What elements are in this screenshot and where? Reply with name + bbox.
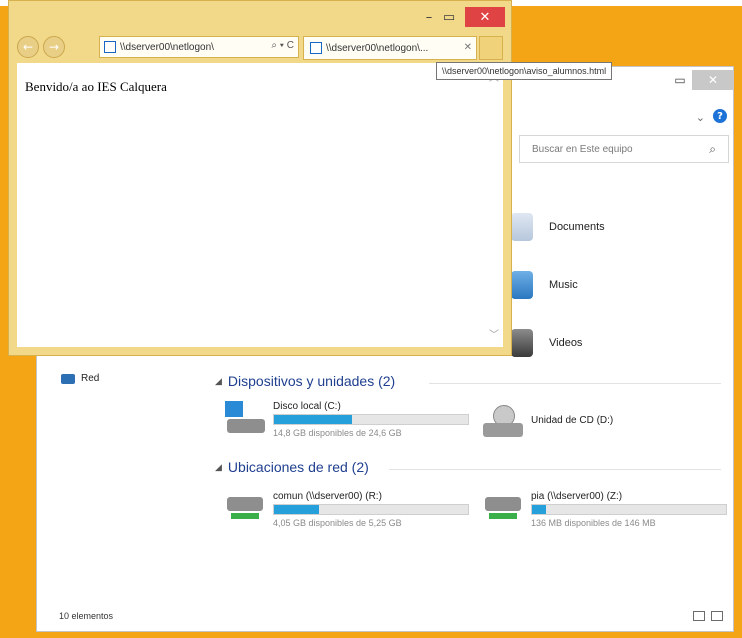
search-input[interactable]: Buscar en Este equipo ⌕ bbox=[519, 135, 729, 163]
folder-music[interactable]: Music bbox=[511, 271, 578, 299]
ie-page-icon bbox=[104, 41, 116, 53]
view-switcher bbox=[693, 611, 723, 621]
group-divider bbox=[389, 469, 721, 470]
documents-folder-icon bbox=[511, 213, 533, 241]
explorer-maximize-button[interactable]: ▭ bbox=[666, 70, 694, 90]
sidebar-item-label: Red bbox=[81, 373, 100, 384]
address-bar[interactable]: \\dserver00\netlogon\ ⌕ ▾ C bbox=[99, 36, 299, 58]
search-placeholder: Buscar en Este equipo bbox=[532, 143, 633, 155]
sidebar-item-network[interactable]: Red bbox=[61, 373, 99, 384]
folder-videos[interactable]: Videos bbox=[511, 329, 582, 357]
drive-name: pia (\\dserver00) (Z:) bbox=[531, 491, 623, 502]
drive-usage-fill bbox=[532, 505, 546, 514]
drive-name: Unidad de CD (D:) bbox=[531, 415, 614, 426]
search-icon[interactable]: ⌕ bbox=[709, 142, 716, 157]
internet-explorer-window: – ▭ ✕ ← → \\dserver00\netlogon\ ⌕ ▾ C \\… bbox=[8, 0, 512, 356]
drive-free-space: 136 MB disponibles de 146 MB bbox=[531, 518, 656, 528]
network-icon bbox=[61, 373, 75, 384]
tab-label: \\dserver00\netlogon\... bbox=[326, 42, 429, 54]
ie-tab-icon bbox=[310, 42, 322, 54]
drive-z[interactable]: pia (\\dserver00) (Z:) 136 MB disponible… bbox=[483, 491, 727, 528]
ie-page-content: Benvido/a ao IES Calquera ︿ ﹀ bbox=[17, 63, 503, 347]
network-drive-icon bbox=[225, 491, 265, 525]
large-icons-view-icon[interactable] bbox=[711, 611, 723, 621]
page-heading: Benvido/a ao IES Calquera bbox=[25, 79, 167, 94]
group-title: Ubicaciones de red (2) bbox=[227, 459, 369, 475]
new-tab-button[interactable] bbox=[479, 36, 503, 60]
drive-c[interactable]: Disco local (C:) 14,8 GB disponibles de … bbox=[225, 401, 469, 438]
forward-button[interactable]: → bbox=[43, 36, 65, 58]
drive-usage-fill bbox=[274, 505, 319, 514]
folder-label: Documents bbox=[549, 221, 605, 233]
drive-usage-bar bbox=[273, 414, 469, 425]
ie-toolbar: ← → \\dserver00\netlogon\ ⌕ ▾ C \\dserve… bbox=[17, 35, 503, 61]
hard-disk-icon bbox=[225, 401, 265, 435]
drive-r[interactable]: comun (\\dserver00) (R:) 4,05 GB disponi… bbox=[225, 491, 469, 528]
tab-tooltip: \\dserver00\netlogon\aviso_alumnos.html bbox=[436, 62, 613, 80]
collapse-arrow-icon: ◢ bbox=[215, 461, 222, 472]
group-network-header[interactable]: ◢ Ubicaciones de red (2) bbox=[215, 459, 369, 475]
group-devices-header[interactable]: ◢ Dispositivos y unidades (2) bbox=[215, 373, 395, 389]
folder-label: Videos bbox=[549, 337, 583, 349]
tab-close-icon[interactable]: ✕ bbox=[464, 42, 472, 53]
address-text: \\dserver00\netlogon\ bbox=[120, 41, 214, 53]
collapse-arrow-icon: ◢ bbox=[215, 375, 222, 386]
drive-usage-bar bbox=[531, 504, 727, 515]
group-title: Dispositivos y unidades (2) bbox=[227, 373, 396, 389]
drive-free-space: 4,05 GB disponibles de 5,25 GB bbox=[273, 518, 402, 528]
details-view-icon[interactable] bbox=[693, 611, 705, 621]
status-item-count: 10 elementos bbox=[59, 611, 114, 621]
explorer-close-button[interactable]: ✕ bbox=[692, 70, 734, 90]
music-folder-icon bbox=[511, 271, 533, 299]
network-drive-icon bbox=[483, 491, 523, 525]
scroll-down-arrow[interactable]: ﹀ bbox=[489, 326, 499, 341]
folder-label: Music bbox=[549, 279, 578, 291]
group-divider bbox=[429, 383, 721, 384]
drive-usage-bar bbox=[273, 504, 469, 515]
ie-maximize-button[interactable]: ▭ bbox=[435, 7, 463, 27]
drive-usage-fill bbox=[274, 415, 352, 424]
folder-documents[interactable]: Documents bbox=[511, 213, 605, 241]
drive-name: Disco local (C:) bbox=[273, 401, 341, 412]
address-tools[interactable]: ⌕ ▾ C bbox=[271, 40, 294, 51]
ie-close-button[interactable]: ✕ bbox=[465, 7, 505, 27]
drive-name: comun (\\dserver00) (R:) bbox=[273, 491, 382, 502]
videos-folder-icon bbox=[511, 329, 533, 357]
back-button[interactable]: ← bbox=[17, 36, 39, 58]
tab-aviso-alumnos[interactable]: \\dserver00\netlogon\... ✕ bbox=[303, 36, 477, 60]
ribbon-expand-icon[interactable]: ⌄ bbox=[696, 111, 705, 124]
cd-drive-icon bbox=[483, 405, 523, 439]
help-icon[interactable]: ? bbox=[713, 109, 727, 123]
drive-d[interactable]: Unidad de CD (D:) bbox=[483, 405, 613, 439]
drive-free-space: 14,8 GB disponibles de 24,6 GB bbox=[273, 428, 402, 438]
